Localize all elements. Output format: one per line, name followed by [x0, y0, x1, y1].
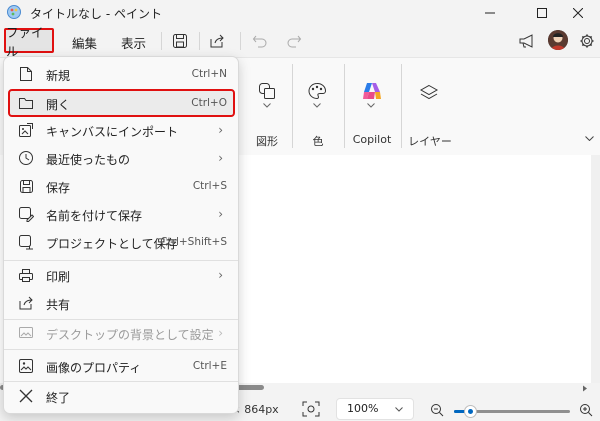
zoom-slider-thumb[interactable] [464, 405, 477, 418]
desktop-bg-icon [17, 324, 35, 342]
menu-item-new[interactable]: 新規 Ctrl+N [8, 61, 235, 87]
divider [401, 64, 402, 148]
zoom-out-icon [431, 404, 444, 417]
save-icon [173, 34, 187, 48]
paint-app-icon [6, 4, 22, 20]
vertical-scrollbar[interactable] [591, 155, 600, 383]
palette-icon[interactable] [307, 82, 327, 100]
minimize-button[interactable] [468, 0, 512, 26]
settings-button[interactable] [577, 31, 597, 51]
chevron-down-icon[interactable] [367, 103, 375, 108]
file-menu-button[interactable]: ファイル [4, 25, 54, 59]
divider [240, 32, 241, 50]
close-button[interactable] [556, 0, 600, 26]
clock-icon [17, 149, 35, 167]
zoom-in-button[interactable] [579, 403, 593, 417]
zoom-out-button[interactable] [430, 403, 444, 417]
share-button[interactable] [207, 31, 227, 51]
zoom-in-icon [580, 404, 593, 417]
copilot-label: Copilot [352, 133, 392, 146]
close-x-icon [17, 387, 35, 405]
menu-item-print[interactable]: 印刷 › [8, 262, 235, 288]
divider [161, 32, 162, 50]
colors-label: 色 [312, 135, 324, 148]
avatar[interactable] [548, 30, 568, 50]
layers-icon[interactable] [419, 84, 439, 102]
shapes-label: 図形 [256, 135, 278, 148]
announcement-icon [519, 34, 533, 48]
chevron-right-icon: › [218, 123, 223, 137]
maximize-icon [537, 8, 547, 18]
chevron-down-icon[interactable] [263, 103, 271, 108]
printer-icon [17, 266, 35, 284]
view-menu-button[interactable]: 表示 [121, 33, 146, 52]
undo-button[interactable] [250, 31, 270, 51]
copilot-icon[interactable] [361, 80, 383, 102]
project-icon [17, 233, 35, 251]
divider [292, 64, 293, 148]
menu-item-import[interactable]: キャンバスにインポート › [8, 117, 235, 143]
zoom-value: 100% [347, 402, 379, 415]
menu-divider [4, 260, 238, 261]
menu-divider [4, 349, 238, 350]
chevron-down-icon [395, 407, 403, 412]
menu-divider [4, 381, 238, 382]
chevron-down-icon[interactable] [585, 136, 594, 141]
announcement-button[interactable] [517, 31, 537, 51]
window-title: タイトルなし - ペイント [30, 7, 162, 21]
menu-item-properties[interactable]: 画像のプロパティ Ctrl+E [8, 353, 235, 379]
folder-icon [17, 94, 35, 112]
file-menu: 新規 Ctrl+N 開く Ctrl+O キャンバスにインポート › 最近使ったも… [3, 56, 239, 414]
menu-item-desktop-bg[interactable]: デスクトップの背景として設定 › [8, 320, 235, 346]
edit-menu-button[interactable]: 編集 [72, 33, 97, 52]
save-as-icon [17, 205, 35, 223]
chevron-right-icon: › [218, 326, 223, 340]
share-icon [210, 34, 224, 48]
menu-item-share[interactable]: 共有 [8, 290, 235, 316]
minimize-icon [485, 12, 495, 14]
fit-icon [302, 401, 320, 417]
menu-item-open[interactable]: 開く Ctrl+O [8, 89, 235, 117]
chevron-down-icon[interactable] [313, 103, 321, 108]
settings-icon [580, 34, 594, 48]
shapes-icon[interactable] [258, 82, 276, 100]
close-icon [573, 8, 583, 18]
divider [199, 32, 200, 50]
menu-item-exit[interactable]: 終了 [8, 383, 235, 409]
share-icon [17, 294, 35, 312]
chevron-right-icon: › [218, 207, 223, 221]
chevron-right-icon: › [218, 268, 223, 282]
menu-item-save-as[interactable]: 名前を付けて保存 › [8, 201, 235, 227]
divider [344, 64, 345, 148]
scroll-right-arrow[interactable] [582, 385, 591, 392]
layers-label: レイヤー [408, 135, 452, 148]
save-icon [17, 177, 35, 195]
redo-button[interactable] [284, 31, 304, 51]
fit-button[interactable] [302, 401, 320, 417]
properties-icon [17, 357, 35, 375]
import-icon [17, 121, 35, 139]
menu-item-recent[interactable]: 最近使ったもの › [8, 145, 235, 171]
menu-item-save[interactable]: 保存 Ctrl+S [8, 173, 235, 199]
menu-item-save-project[interactable]: プロジェクトとして保存 Ctrl+Shift+S [8, 229, 235, 255]
chevron-right-icon: › [218, 151, 223, 165]
new-file-icon [17, 65, 35, 83]
undo-icon [252, 35, 267, 48]
redo-icon [287, 35, 302, 48]
save-button[interactable] [170, 31, 190, 51]
